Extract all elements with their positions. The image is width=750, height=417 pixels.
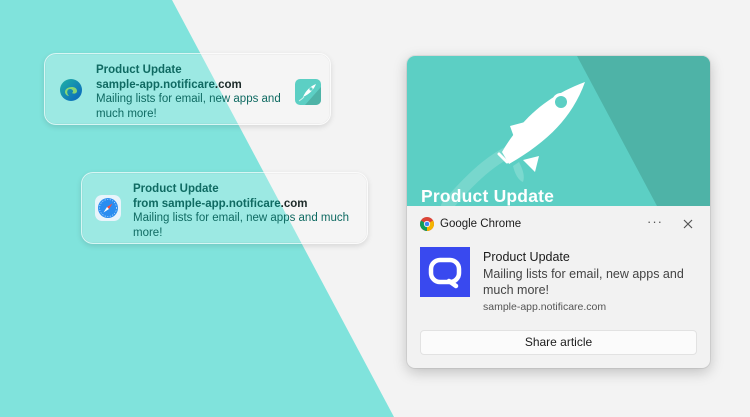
edge-icon [60,79,82,101]
toast-attribution: sample-app.notificare.com [483,301,607,313]
rocket-hero-illustration [407,56,710,206]
hero-image: Product Update [407,56,710,206]
windows-toast-notification[interactable]: Product Update Google Chrome ··· Product… [407,56,710,368]
more-options-button[interactable]: ··· [645,214,665,234]
close-icon[interactable] [678,214,698,234]
toast-body: Mailing lists for email, new apps and mu… [483,267,684,297]
notificare-logo-icon [428,257,462,289]
notification-body: Mailing lists for email, new apps and mu… [96,93,281,120]
share-article-button[interactable]: Share article [420,330,697,355]
safari-notification[interactable]: Product Update from sample-app.notificar… [81,172,368,244]
notification-title: Product Update [96,64,182,76]
notification-title: Product Update [133,183,219,195]
toast-app-name: Google Chrome [440,218,522,230]
safari-notification-text: Product Update from sample-app.notificar… [133,182,358,240]
notification-body: Mailing lists for email, new apps and mu… [133,212,350,239]
toast-title: Product Update [483,250,570,264]
safari-icon [95,195,121,221]
notification-logo [420,247,470,297]
chrome-icon [420,217,434,231]
edge-notification-text: Product Update sample-app.notificare.com… [96,63,291,121]
notification-subtitle: sample-app.notificare.com [96,78,242,91]
edge-notification[interactable]: Product Update sample-app.notificare.com… [44,53,331,125]
rocket-icon [298,84,321,105]
notification-subtitle: from sample-app.notificare.com [133,197,308,210]
notification-thumbnail [295,79,321,105]
hero-title: Product Update [421,186,555,206]
toast-header: Google Chrome ··· [407,206,710,242]
